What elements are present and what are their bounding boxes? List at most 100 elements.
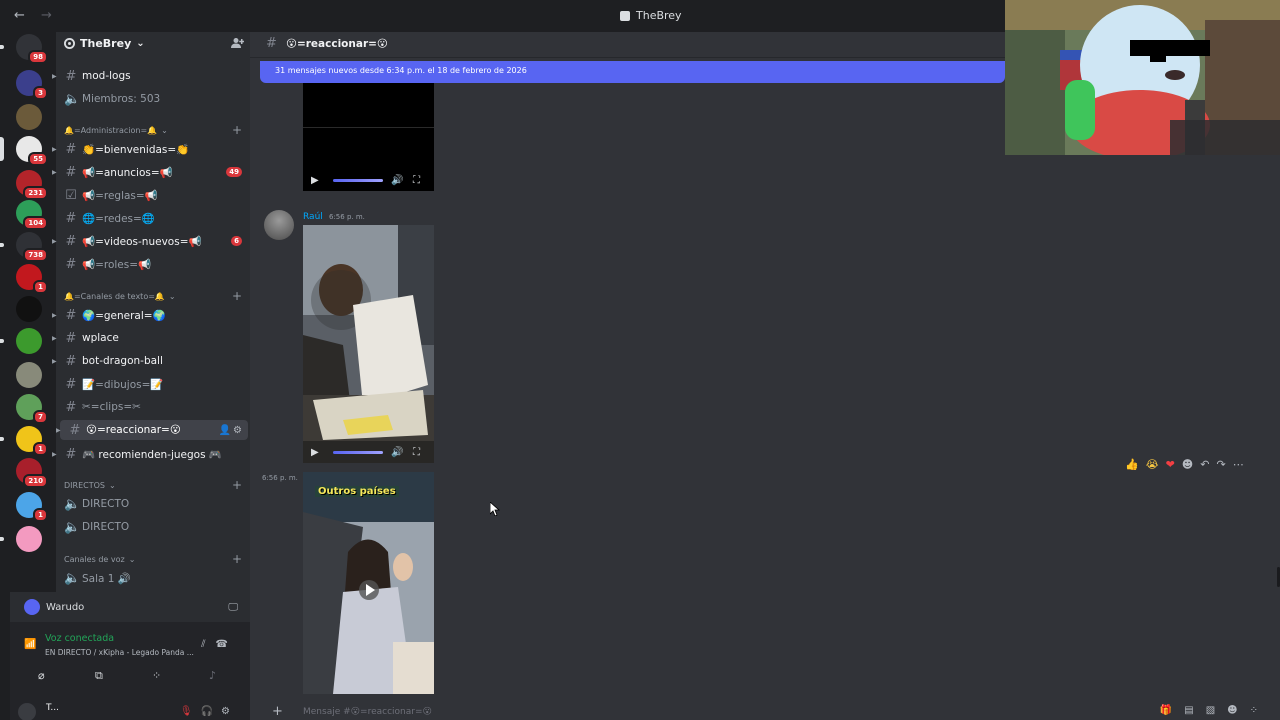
speaker-icon[interactable]: 🔊 (391, 175, 403, 186)
video-player[interactable]: Outros países (303, 472, 434, 694)
channel-item[interactable]: ▶ # wplace (52, 328, 250, 348)
play-icon[interactable]: ▶ (311, 447, 319, 458)
channel-item[interactable]: ▶ # 😮=reaccionar=😮 👤⚙ (56, 420, 248, 440)
create-channel-icon[interactable]: + (232, 123, 242, 137)
server-icon[interactable]: 738 (0, 232, 48, 262)
mute-icon[interactable]: 🎙 (180, 706, 201, 717)
channel-item[interactable]: 🔈 DIRECTO (56, 517, 250, 537)
message-author[interactable]: Raúl (303, 212, 323, 222)
channel-item[interactable]: 🔈 Miembros: 503 (56, 89, 250, 109)
gift-icon[interactable]: 🎁 (1160, 705, 1184, 716)
server-icon[interactable]: 1 (16, 264, 48, 294)
channel-item[interactable]: # 📢=roles=📢 (56, 254, 250, 274)
soundboard-icon[interactable]: ♪ (209, 669, 216, 682)
server-icon[interactable]: 7 (16, 394, 48, 424)
channel-item[interactable]: ▶ # 🎮 recomienden-juegos 🎮 (52, 444, 250, 464)
server-icon[interactable]: 1 (16, 492, 48, 522)
server-icon[interactable] (0, 328, 42, 354)
channel-item[interactable]: # 🌐=redes=🌐 (56, 208, 250, 228)
server-icon[interactable]: 55 (0, 136, 48, 166)
channel-item[interactable]: 🔈 DIRECTO (56, 494, 250, 514)
server-icon[interactable]: 1 (0, 426, 48, 456)
server-icon[interactable]: 98 (0, 34, 48, 64)
server-icon[interactable] (16, 104, 42, 130)
gear-icon[interactable]: ⚙ (233, 425, 244, 436)
invite-icon[interactable] (231, 37, 245, 52)
server-icon[interactable]: 104 (16, 200, 48, 230)
gear-icon[interactable]: ⚙ (221, 706, 238, 717)
channel-category[interactable]: DIRECTOS ⌄ + (64, 478, 250, 492)
disconnect-icon[interactable]: ☎ (216, 639, 238, 650)
crying-face-icon[interactable]: 😭 (1146, 458, 1159, 471)
server-icon[interactable] (16, 362, 42, 388)
share-screen-icon[interactable]: ⧉ (95, 669, 103, 683)
camera-off-icon[interactable]: ⌀ (38, 669, 45, 682)
speaker-icon[interactable]: 🔊 (391, 447, 403, 458)
channel-item[interactable]: # ✂=clips=✂ (56, 397, 250, 417)
volume-slider[interactable] (333, 178, 383, 182)
video-player[interactable]: ▶ 🔊 ⛶ (303, 83, 434, 191)
channel-item[interactable]: ☑ 📢=reglas=📢 (56, 185, 250, 205)
apps-icon[interactable]: ⁘ (1250, 705, 1270, 716)
create-channel-icon[interactable]: + (232, 552, 242, 566)
video-player[interactable]: ▶ 🔊 ⛶ (303, 225, 434, 463)
thumbs-up-icon[interactable]: 👍 (1125, 458, 1139, 471)
server-icon[interactable] (0, 526, 42, 552)
thread-arrow-icon[interactable]: ▶ (52, 451, 57, 458)
thread-arrow-icon[interactable]: ▶ (52, 146, 57, 153)
add-reaction-icon[interactable]: ☻ (1182, 458, 1193, 471)
channel-item[interactable]: # 📝=dibujos=📝 (56, 374, 250, 394)
message-input[interactable]: Mensaje #😮=reaccionar=😮 (303, 707, 432, 717)
guild-name[interactable]: TheBrey ⌄ (64, 37, 145, 50)
thread-arrow-icon[interactable]: ▶ (52, 73, 57, 80)
server-icon[interactable]: 3 (16, 70, 48, 100)
thread-arrow-icon[interactable]: ▶ (52, 312, 57, 319)
activity-row[interactable]: Warudo 🖵 (10, 592, 250, 622)
create-channel-icon[interactable]: + (232, 478, 242, 492)
screen-share-icon[interactable]: 🖵 (228, 602, 238, 613)
channel-category[interactable]: Canales de voz ⌄ + (64, 552, 250, 566)
emoji-icon[interactable]: ☻ (1227, 705, 1249, 716)
forward-icon[interactable]: ↷ (1216, 458, 1225, 471)
channel-item[interactable]: ▶ # bot-dragon-ball (52, 351, 250, 371)
channel-item[interactable]: 🔈 Sala 1 🔊 (56, 568, 250, 588)
activities-icon[interactable]: ⁘ (152, 669, 161, 682)
guild-header[interactable]: TheBrey ⌄ (56, 32, 250, 56)
channel-item[interactable]: ▶ # 📢=anuncios=📢 49 (52, 162, 250, 182)
channel-item[interactable]: ▶ # mod-logs (52, 66, 250, 86)
play-icon[interactable]: ▶ (311, 175, 319, 186)
fullscreen-icon[interactable]: ⛶ (413, 447, 420, 458)
thread-arrow-icon[interactable]: ▶ (52, 169, 57, 176)
thread-arrow-icon[interactable]: ▶ (52, 358, 57, 365)
gif-icon[interactable]: ▤ (1184, 705, 1205, 716)
more-icon[interactable]: ⋯ (1233, 458, 1244, 471)
server-icon[interactable]: 210 (16, 458, 48, 488)
channel-item[interactable]: ▶ # 📢=videos-nuevos=📢 6 (52, 231, 250, 251)
reply-icon[interactable]: ↶ (1200, 458, 1209, 471)
fullscreen-icon[interactable]: ⛶ (413, 175, 420, 186)
avatar[interactable] (18, 703, 36, 720)
channel-category[interactable]: 🔔=Administracion=🔔 ⌄ + (64, 123, 250, 137)
channel-category[interactable]: 🔔=Canales de texto=🔔 ⌄ + (64, 289, 250, 303)
sticker-icon[interactable]: ▧ (1206, 705, 1227, 716)
voice-status[interactable]: Voz conectada (45, 633, 114, 644)
server-icon[interactable]: 231 (16, 170, 48, 200)
invite-icon[interactable]: 👤 (219, 425, 233, 436)
deafen-icon[interactable]: 🎧 (201, 706, 221, 717)
new-messages-banner[interactable]: 31 mensajes nuevos desde 6:34 p.m. el 18… (260, 61, 1005, 83)
create-channel-icon[interactable]: + (232, 289, 242, 303)
volume-slider[interactable] (333, 450, 383, 454)
channel-item[interactable]: ▶ # 👏=bienvenidas=👏 (52, 139, 250, 159)
heart-icon[interactable]: ❤ (1166, 458, 1175, 471)
thread-arrow-icon[interactable]: ▶ (56, 427, 61, 434)
noise-suppression-icon[interactable]: ⫽ (201, 639, 215, 650)
voice-detail[interactable]: EN DIRECTO / xKipha - Legado Panda ... (45, 648, 194, 657)
server-icon[interactable] (16, 296, 42, 322)
thread-arrow-icon[interactable]: ▶ (52, 335, 57, 342)
thread-arrow-icon[interactable]: ▶ (52, 238, 57, 245)
channel-item[interactable]: ▶ # 🌍=general=🌍 (52, 305, 250, 325)
avatar[interactable] (264, 210, 294, 240)
back-button[interactable]: ← (14, 8, 25, 23)
attach-plus-icon[interactable]: + (272, 704, 283, 719)
forward-button[interactable]: → (41, 8, 52, 23)
